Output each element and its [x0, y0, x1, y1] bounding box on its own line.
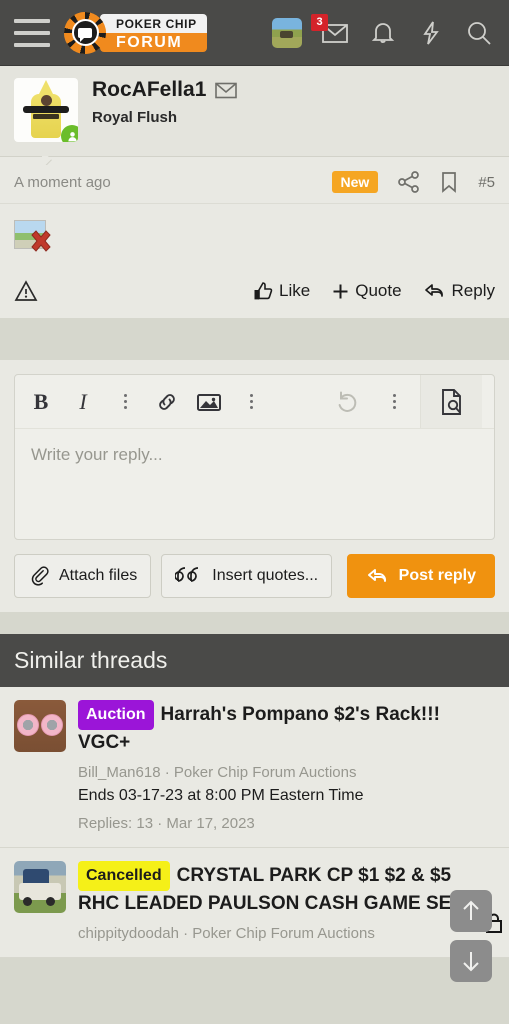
preview-button[interactable]	[420, 375, 482, 428]
warning-triangle-icon[interactable]	[14, 280, 38, 302]
paperclip-icon	[31, 566, 49, 586]
post-content	[0, 204, 509, 270]
post-actions-row: Like Quote Reply	[0, 270, 509, 318]
post-container: RocAFella1 Royal Flush A moment ago New	[0, 66, 509, 318]
reply-editor-section: B I Write your reply... Attach files Ins…	[0, 360, 509, 612]
thread-thumbnail	[14, 700, 66, 752]
avatar[interactable]	[14, 78, 78, 142]
section-divider-2	[0, 612, 509, 634]
thread-title[interactable]: Auction Harrah's Pompano $2's Rack!!! VGC…	[78, 700, 495, 756]
author-username: RocAFella1	[92, 78, 207, 101]
post-number[interactable]: #5	[478, 174, 495, 191]
list-item[interactable]: Auction Harrah's Pompano $2's Rack!!! VGC…	[0, 687, 509, 848]
search-icon	[468, 21, 491, 45]
status-badge: Cancelled	[78, 861, 170, 891]
document-preview-icon	[441, 388, 461, 415]
insert-quotes-label: Insert quotes...	[212, 567, 319, 584]
arrow-down-icon	[463, 952, 479, 972]
like-button[interactable]: Like	[253, 281, 310, 301]
quote-marks-icon	[175, 567, 199, 582]
thread-stats: Replies: 13 · Mar 17, 2023	[78, 815, 255, 832]
quote-label: Quote	[355, 281, 402, 300]
whats-new-button[interactable]	[415, 17, 447, 49]
status-badge: Auction	[78, 700, 154, 730]
plus-icon	[333, 284, 348, 298]
scroll-controls	[450, 890, 492, 982]
post-reply-button[interactable]: Post reply	[346, 554, 495, 598]
editor-toolbar: B I	[15, 375, 494, 429]
inbox-count-badge: 3	[311, 13, 328, 31]
post-header: RocAFella1 Royal Flush	[0, 66, 509, 157]
site-logo[interactable]: POKER CHIP FORUM	[64, 11, 207, 55]
reply-editor: B I Write your reply...	[14, 374, 495, 540]
site-header: POKER CHIP FORUM 3	[0, 0, 509, 66]
reply-arrow-icon	[424, 284, 443, 297]
header-actions: 3	[271, 13, 495, 49]
reply-arrow-icon	[367, 569, 386, 582]
section-divider	[0, 318, 509, 360]
thread-thumbnail	[14, 861, 66, 913]
quote-button[interactable]: Quote	[332, 281, 402, 301]
logo-top-text: POKER CHIP	[100, 13, 207, 33]
user-avatar-thumbnail[interactable]	[271, 17, 303, 49]
envelope-icon[interactable]	[215, 82, 238, 99]
online-status-icon	[61, 125, 78, 142]
similar-threads-heading: Similar threads	[0, 634, 509, 687]
post-meta-row: A moment ago New #5	[0, 157, 509, 204]
broken-image-placeholder	[14, 220, 54, 255]
insert-quotes-button[interactable]: Insert quotes...	[161, 554, 333, 598]
inbox-button[interactable]: 3	[311, 13, 351, 49]
logo-bottom-text: FORUM	[100, 32, 207, 52]
post-author-name[interactable]: RocAFella1	[92, 78, 238, 102]
attach-files-label: Attach files	[59, 567, 138, 584]
scroll-down-button[interactable]	[450, 940, 492, 982]
alerts-button[interactable]	[367, 17, 399, 49]
reply-label: Reply	[451, 281, 495, 300]
italic-button[interactable]: I	[69, 384, 97, 420]
reply-button[interactable]: Reply	[424, 281, 495, 301]
hamburger-menu-icon[interactable]	[14, 18, 50, 47]
bold-button[interactable]: B	[27, 384, 55, 420]
attach-files-button[interactable]: Attach files	[14, 554, 152, 598]
post-timestamp[interactable]: A moment ago	[14, 174, 111, 191]
post-header-pointer	[42, 156, 60, 165]
reply-placeholder: Write your reply...	[31, 445, 163, 464]
vertical-dots-icon[interactable]	[111, 384, 139, 420]
thumbs-up-icon	[254, 282, 273, 300]
share-icon[interactable]	[398, 171, 420, 193]
bell-icon	[371, 22, 395, 43]
thread-author-forum: chippitydoodah · Poker Chip Forum Auctio…	[78, 925, 375, 942]
poker-chip-icon	[64, 11, 106, 54]
link-icon[interactable]	[153, 384, 181, 420]
vertical-dots-icon-2[interactable]	[237, 384, 265, 420]
arrow-up-icon	[463, 900, 479, 920]
lightning-bolt-icon	[423, 21, 439, 45]
status-badge: New	[331, 171, 379, 193]
bookmark-icon[interactable]	[440, 171, 458, 193]
post-reply-label: Post reply	[398, 567, 476, 584]
thread-author-forum: Bill_Man618 · Poker Chip Forum Auctions	[78, 764, 357, 781]
undo-icon[interactable]	[334, 384, 362, 420]
image-icon[interactable]	[195, 384, 223, 420]
reply-textarea[interactable]: Write your reply...	[15, 429, 494, 539]
like-label: Like	[279, 281, 311, 300]
mobile-forum-page: POKER CHIP FORUM 3 RocAFella1 Royal Flus…	[0, 0, 509, 1024]
scroll-up-button[interactable]	[450, 890, 492, 932]
list-item[interactable]: Cancelled CRYSTAL PARK CP $1 $2 & $5 RHC …	[0, 848, 509, 958]
thread-subtitle: Ends 03-17-23 at 8:00 PM Eastern Time	[78, 787, 364, 804]
search-button[interactable]	[463, 17, 495, 49]
similar-threads-list: Auction Harrah's Pompano $2's Rack!!! VGC…	[0, 687, 509, 958]
thread-title[interactable]: Cancelled CRYSTAL PARK CP $1 $2 & $5 RHC …	[78, 861, 495, 917]
author-title: Royal Flush	[92, 109, 178, 126]
vertical-dots-icon-3[interactable]	[380, 384, 408, 420]
editor-buttons: Attach files Insert quotes... Post reply	[14, 554, 495, 598]
